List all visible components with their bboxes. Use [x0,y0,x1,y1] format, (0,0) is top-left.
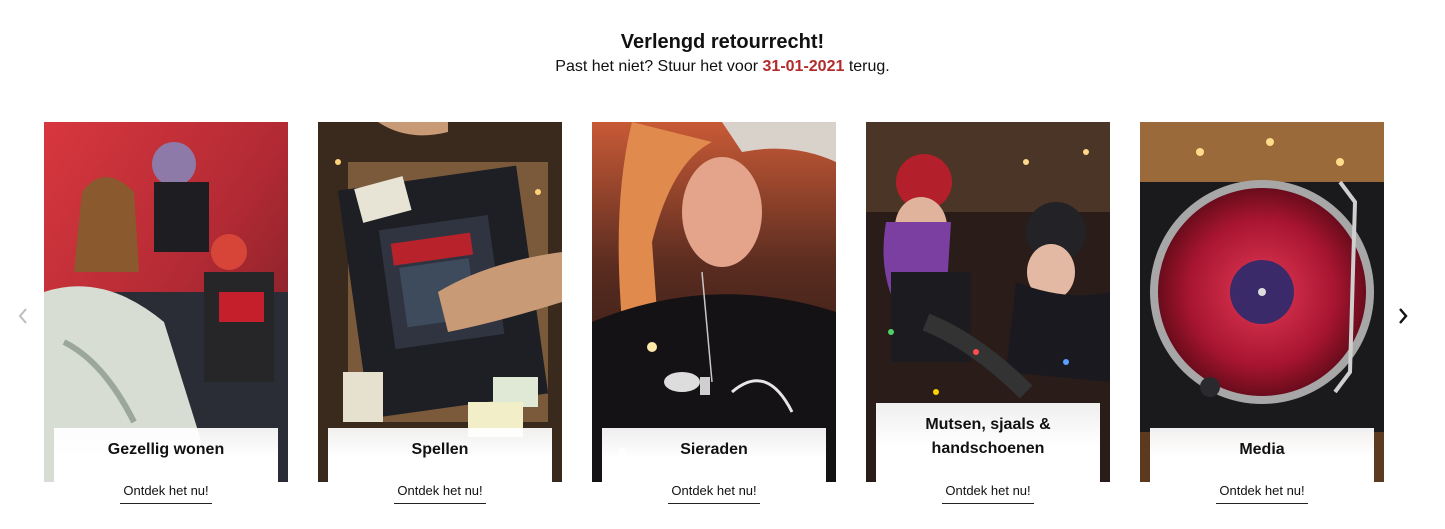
category-caption: Sieraden [602,428,826,482]
category-title: Mutsen, sjaals & handschoenen [925,416,1051,457]
category-card-gezellig-wonen[interactable]: Gezellig wonen Ontdek het nu! [44,122,288,522]
cta-container: Ontdek het nu! [328,482,552,522]
category-caption: Media [1150,428,1374,482]
category-caption: Gezellig wonen [54,428,278,482]
category-caption: Spellen [328,428,552,482]
cta-container: Ontdek het nu! [1150,482,1374,522]
promo-subtitle-end: terug. [848,58,890,75]
category-title: Gezellig wonen [107,441,225,458]
discover-link[interactable]: Ontdek het nu! [942,483,1034,504]
discover-link[interactable]: Ontdek het nu! [668,483,760,504]
promo-title: Verlengd retourrecht! [620,31,825,53]
carousel-next-button[interactable] [1392,304,1414,328]
discover-link[interactable]: Ontdek het nu! [120,483,212,504]
cta-container: Ontdek het nu! [602,482,826,522]
cta-container: Ontdek het nu! [54,482,278,522]
category-card-sieraden[interactable]: Sieraden Ontdek het nu! [592,122,836,522]
category-caption: Mutsen, sjaals & handschoenen [876,403,1100,482]
category-title: Spellen [411,441,469,458]
promo-banner: Verlengd retourrecht! Past het niet? Stu… [0,30,1445,77]
promo-date: 31-01-2021 [762,58,845,75]
cta-container: Ontdek het nu! [876,482,1100,522]
promo-subtitle: Past het niet? Stuur het voor 31-01-2021… [0,57,1445,77]
category-card-spellen[interactable]: Spellen Ontdek het nu! [318,122,562,522]
chevron-right-icon [1399,308,1408,324]
chevron-left-icon [18,308,27,324]
promo-subtitle-text: Past het niet? Stuur het voor [555,58,759,75]
category-carousel: Gezellig wonen Ontdek het nu! Spellen On… [44,122,1384,522]
category-title: Sieraden [680,441,748,458]
category-card-media[interactable]: Media Ontdek het nu! [1140,122,1384,522]
discover-link[interactable]: Ontdek het nu! [394,483,486,504]
category-title: Media [1239,441,1285,458]
category-card-mutsen-sjaals-handschoenen[interactable]: Mutsen, sjaals & handschoenen Ontdek het… [866,122,1110,522]
discover-link[interactable]: Ontdek het nu! [1216,483,1308,504]
carousel-prev-button[interactable] [12,304,34,328]
